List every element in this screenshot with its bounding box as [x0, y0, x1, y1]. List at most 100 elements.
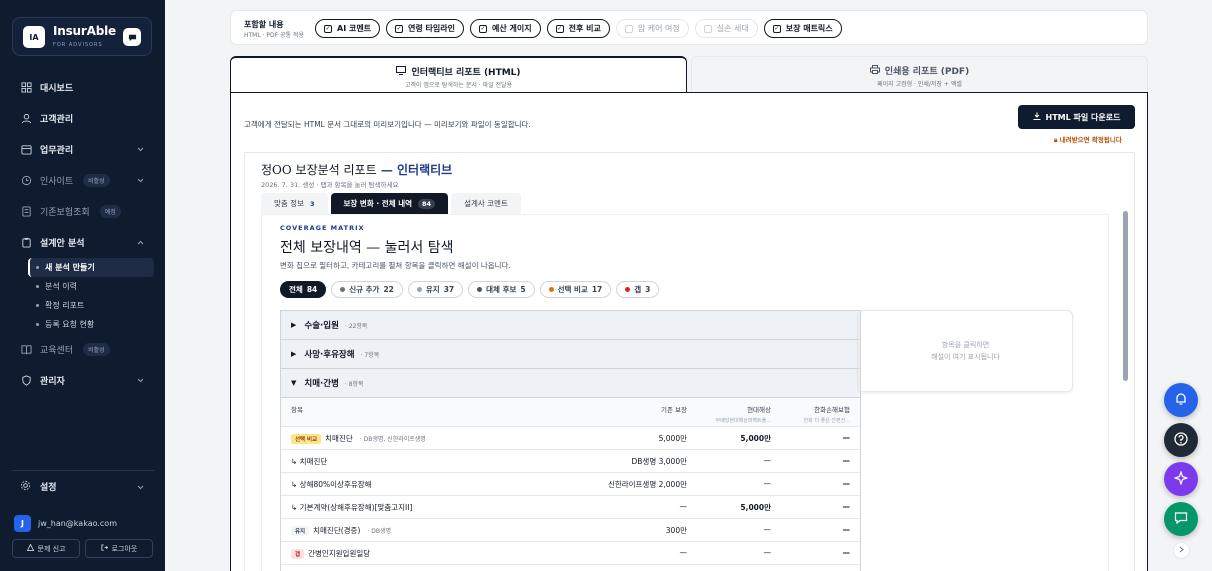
chip-cancer-journey[interactable]: 암 케어 여정: [615, 19, 689, 38]
calendar-icon: [20, 144, 32, 156]
sidebar-nav: 대시보드 고객관리 업무관리 인사이트 비활성 기존보험조회 예정 설계안 분석: [12, 72, 154, 396]
monitor-icon: [396, 65, 407, 78]
chip-age-timeline[interactable]: ✓ 연령 타임라인: [386, 19, 464, 38]
submenu-history[interactable]: 분석 이력: [30, 277, 154, 296]
pill-gap[interactable]: 갭3: [616, 281, 660, 298]
chip-budget-gauge[interactable]: ✓ 예산 게이지: [470, 19, 541, 38]
report-preview[interactable]: 정OO 보장분석 리포트 — 인터랙티브 2026. 7. 31. 생성 · 탭…: [244, 152, 1135, 571]
tab-subtitle: 고객이 앱으로 탐색하는 문서 · 파일 전달용: [404, 82, 513, 89]
bullet-icon: [36, 266, 39, 269]
status-badge: 선택 비교: [291, 433, 322, 444]
question-icon: [1174, 431, 1188, 449]
matrix-title: 전체 보장내역 — 눌러서 탐색: [280, 240, 454, 256]
table-row[interactable]: 유지 치매진단(경증) · DB생명 300만 — —: [281, 519, 860, 542]
category-surgery[interactable]: ▶ 수술·입원 · 22항목: [281, 311, 860, 340]
pill-new[interactable]: 신규 추가 22: [331, 281, 403, 298]
logout-button[interactable]: 로그아웃: [85, 539, 153, 558]
chip-indemnity-generation[interactable]: 실손 세대: [694, 19, 758, 38]
cell-plan1: —: [763, 548, 772, 557]
design-submenu: 새 분석 만들기 분석 이력 확정 리포트 등록 요청 현황: [12, 258, 154, 334]
col-base: 기존 보장: [661, 406, 687, 414]
change-filter-pills: 전체 84 신규 추가 22 유지 37 대체 후보 5 선택 비교 17 갭3: [280, 281, 660, 298]
table-row[interactable]: ↳ 상해80%이상후유장해 신한라이프생명 2,000만 — —: [281, 473, 860, 496]
chip-before-after[interactable]: ✓ 전후 비교: [546, 19, 610, 38]
cell-plan2: —: [842, 525, 851, 534]
pill-all[interactable]: 전체 84: [280, 281, 327, 298]
printer-icon: [869, 64, 880, 77]
notification-button[interactable]: [1164, 383, 1198, 417]
download-html-button[interactable]: HTML 파일 다운로드: [1018, 105, 1135, 129]
chip-coverage-matrix[interactable]: ✓ 보장 매트릭스: [763, 19, 842, 38]
panel-description: 고객에게 전달되는 HTML 문서 그대로의 미리보기입니다 — 미리보기와 파…: [244, 120, 531, 129]
checkbox-icon: ✓: [772, 24, 781, 33]
coverage-matrix: COVERAGE MATRIX 전체 보장내역 — 눌러서 탐색 변화 칩으로 …: [261, 214, 1109, 571]
status-dot-icon: [548, 287, 554, 292]
sidebar-item-admin[interactable]: 관리자: [12, 365, 154, 396]
bell-icon: [1174, 392, 1188, 409]
sidebar-item-label: 설계안 분석: [40, 239, 85, 249]
tab-coverage-changes[interactable]: 보장 변화 · 전체 내역 84: [330, 193, 449, 214]
table-row[interactable]: ↳ 치매진단 DB생명 3,000만 — —: [281, 450, 860, 473]
sidebar: IA InsurAble FOR ADVISORS 대시보드 고객관리 업무관리…: [0, 0, 165, 571]
row-name: ↳ 치매진단: [291, 457, 328, 466]
sidebar-item-settings[interactable]: 설정: [12, 470, 154, 501]
checkbox-icon: ✓: [395, 24, 404, 33]
row-name: 유지 치매진단(경증) · DB생명: [291, 525, 391, 536]
submenu-new-analysis[interactable]: 새 분석 만들기: [28, 258, 154, 277]
cell-plan1: 5,000만: [740, 503, 771, 512]
sidebar-item-dashboard[interactable]: 대시보드: [12, 72, 154, 103]
tab-pdf-report[interactable]: 인쇄용 리포트 (PDF) 페이지 고정형 · 인쇄/저장 + 엑셀: [691, 56, 1148, 93]
sidebar-item-insight[interactable]: 인사이트 비활성: [12, 165, 154, 196]
grid-icon: [20, 82, 32, 94]
checkbox-icon: [624, 24, 633, 33]
table-row[interactable]: 갭 간병인지원입원일당 — — —: [281, 542, 860, 565]
tab-custom-info[interactable]: 맞춤 정보 3: [261, 193, 328, 214]
content-filter-bar: 포함할 내용 HTML · PDF 공통 적용 ✓ AI 코멘트 ✓ 연령 타임라인…: [230, 10, 1148, 45]
filter-subtitle: HTML · PDF 공통 적용: [244, 32, 305, 39]
cell-base: —: [679, 548, 688, 557]
help-button[interactable]: [1164, 423, 1198, 457]
submenu-registration-status[interactable]: 등록 요청 현황: [30, 315, 154, 334]
sidebar-item-design[interactable]: 설계안 분석: [12, 227, 154, 258]
chat-button[interactable]: [1164, 502, 1198, 536]
triangle-right-icon: ▶: [291, 321, 297, 329]
report-issue-button[interactable]: 문제 신고: [12, 539, 80, 558]
book-icon: [20, 344, 32, 356]
table-row[interactable]: ↳ 기본계약(상해후유장해)[맞춤고지II] — 5,000만 —: [281, 496, 860, 519]
sidebar-item-work[interactable]: 업무관리: [12, 134, 154, 165]
shield-icon: [20, 375, 32, 387]
category-death[interactable]: ▶ 사망·후유장해 · 7항목: [281, 340, 860, 369]
triangle-right-icon: ▶: [291, 350, 297, 358]
sidebar-item-edu[interactable]: 교육센터 비활성: [12, 334, 154, 365]
row-name: 갭 간병인지원입원일당: [291, 548, 377, 559]
collapse-fab-button[interactable]: [1173, 542, 1190, 559]
pill-compare[interactable]: 선택 비교 17: [539, 281, 612, 298]
status-badge: 비활성: [83, 174, 110, 187]
chip-ai-comment[interactable]: ✓ AI 코멘트: [315, 19, 381, 38]
row-name: ↳ 상해80%이상후유장해: [291, 480, 372, 489]
matrix-kicker: COVERAGE MATRIX: [280, 224, 365, 232]
status-badge: 예정: [99, 205, 121, 218]
sidebar-item-customers[interactable]: 고객관리: [12, 103, 154, 134]
pill-replace[interactable]: 대체 후보 5: [468, 281, 535, 298]
pill-keep[interactable]: 유지 37: [407, 281, 464, 298]
filter-chips: ✓ AI 코멘트 ✓ 연령 타임라인 ✓ 예산 게이지 ✓ 전후 비교 암 케어 여정 …: [315, 19, 842, 38]
table-row[interactable]: 선택 비교 치매진단 · DB생명, 신한라이프생명 5,000만 5,000만 —: [281, 427, 860, 450]
sidebar-item-legacy[interactable]: 기존보험조회 예정: [12, 196, 154, 227]
tab-advisor-comment[interactable]: 설계사 코멘트: [451, 193, 521, 214]
bullet-icon: [36, 285, 39, 288]
submenu-confirmed-report[interactable]: 확정 리포트: [30, 296, 154, 315]
tab-html-report[interactable]: 인터랙티브 리포트 (HTML) 고객이 앱으로 탐색하는 문서 · 파일 전달…: [230, 56, 687, 93]
sidebar-item-label: 업무관리: [40, 146, 74, 156]
category-dementia[interactable]: ▼ 치매·간병 · 8항목: [281, 369, 860, 398]
scrollbar[interactable]: [1123, 211, 1128, 381]
sparkle-icon: [1173, 469, 1189, 488]
brand-logo[interactable]: IA InsurAble FOR ADVISORS: [12, 17, 152, 56]
sidebar-item-label: 고객관리: [40, 115, 74, 125]
ai-assistant-button[interactable]: [1164, 462, 1198, 496]
chat-icon[interactable]: [123, 28, 141, 46]
avatar: J: [14, 515, 31, 532]
chevron-up-icon: [137, 238, 144, 248]
table-header: 항목 기존 보장 현대해상 무배당현대해상퍼펙트플... 한화손해보험 한화 더 좋…: [281, 398, 860, 427]
col-item: 항목: [291, 406, 303, 414]
